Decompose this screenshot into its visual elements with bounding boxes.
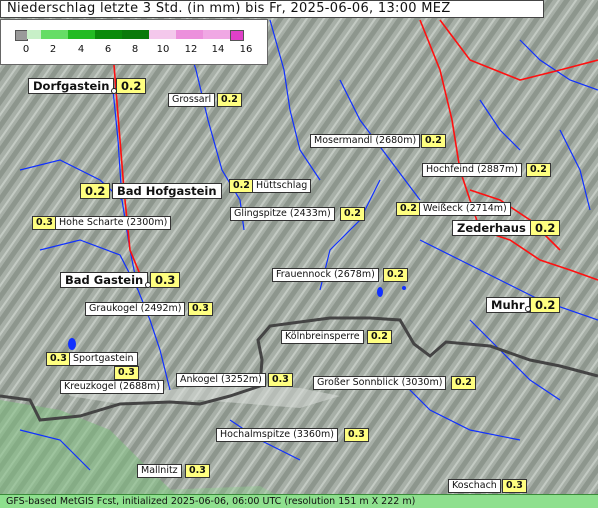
place-label-hohe-scharte: Hohe Scharte (2300m) xyxy=(55,216,172,230)
place-label-sportgastein: Sportgastein xyxy=(69,352,138,366)
legend-swatch xyxy=(149,30,176,39)
legend-swatch xyxy=(122,30,149,39)
legend-tick: 8 xyxy=(131,44,139,55)
precip-value-koschach: 0.3 xyxy=(502,479,527,493)
place-label-mallnitz: Mallnitz xyxy=(137,464,182,478)
precip-value-bad-gastein: 0.3 xyxy=(150,272,181,288)
legend-tick: 16 xyxy=(239,44,253,55)
precip-value-bad-hofgastein: 0.2 xyxy=(80,183,111,199)
legend-swatch xyxy=(68,30,95,39)
place-label-muhr: Muhr xyxy=(486,297,530,313)
legend-tick: 6 xyxy=(104,44,112,55)
legend-swatch xyxy=(95,30,122,39)
place-label-ankogel: Ankogel (3252m) xyxy=(176,373,266,387)
place-label-zederhaus: Zederhaus xyxy=(452,220,531,236)
legend-tick: 12 xyxy=(184,44,198,55)
precip-value-glingspitze: 0.2 xyxy=(340,207,365,221)
place-label-grosser-sonnblick: Großer Sonnblick (3030m) xyxy=(313,376,447,390)
precipitation-legend: 0 2 4 6 8 10 12 14 16 xyxy=(0,19,268,65)
place-label-graukogel: Graukogel (2492m) xyxy=(85,302,186,316)
place-label-kreuzkogel: Kreuzkogel (2688m) xyxy=(60,380,165,394)
precip-value-hochfeind: 0.2 xyxy=(526,163,551,177)
legend-swatch xyxy=(203,30,230,39)
legend-swatch-max xyxy=(230,30,244,41)
legend-swatch xyxy=(41,30,68,39)
precip-value-hohe-scharte: 0.3 xyxy=(32,216,57,230)
precip-value-graukogel: 0.3 xyxy=(188,302,213,316)
legend-tick: 4 xyxy=(77,44,85,55)
place-label-bad-gastein: Bad Gastein xyxy=(60,272,149,288)
precipitation-map: Niederschlag letzte 3 Std. (in mm) bis F… xyxy=(0,0,598,508)
precip-value-sportgastein: 0.3 xyxy=(46,352,71,366)
place-label-hochfeind: Hochfeind (2887m) xyxy=(422,163,522,177)
precip-value-hochalmspitze: 0.3 xyxy=(344,428,369,442)
precip-value-ankogel: 0.3 xyxy=(268,373,293,387)
precip-value-grossarl: 0.2 xyxy=(217,93,242,107)
precip-value-mosermandl: 0.2 xyxy=(421,134,446,148)
legend-tick: 14 xyxy=(211,44,225,55)
place-marker xyxy=(525,306,531,312)
place-label-bad-hofgastein: Bad Hofgastein xyxy=(112,183,222,199)
place-label-glingspitze: Glingspitze (2433m) xyxy=(230,207,335,221)
place-label-koelnbreinsperre: Kölnbreinsperre xyxy=(281,330,364,344)
legend-swatch xyxy=(176,30,203,39)
precip-value-kreuzkogel: 0.3 xyxy=(114,366,139,380)
legend-tick: 0 xyxy=(22,44,30,55)
place-label-grossarl: Grossarl xyxy=(168,93,216,107)
precip-value-mallnitz: 0.3 xyxy=(185,464,210,478)
place-marker xyxy=(111,88,117,94)
precip-value-dorfgastein: 0.2 xyxy=(116,78,147,94)
precip-value-grosser-sonnblick: 0.2 xyxy=(451,376,476,390)
precip-value-muhr: 0.2 xyxy=(530,297,561,313)
precip-value-frauennock: 0.2 xyxy=(383,268,408,282)
precip-value-koelnbreinsperre: 0.2 xyxy=(367,330,392,344)
place-label-dorfgastein: Dorfgastein xyxy=(28,78,115,94)
map-title: Niederschlag letzte 3 Std. (in mm) bis F… xyxy=(0,0,544,18)
place-label-mosermandl: Mosermandl (2680m) xyxy=(310,134,421,148)
precip-value-huettschlag: 0.2 xyxy=(229,179,254,193)
precip-value-zederhaus: 0.2 xyxy=(530,220,561,236)
precip-value-weisseck: 0.2 xyxy=(396,202,421,216)
forecast-footer: GFS-based MetGIS Fcst, initialized 2025-… xyxy=(0,494,598,508)
place-label-frauennock: Frauennock (2678m) xyxy=(272,268,379,282)
legend-tick: 10 xyxy=(156,44,170,55)
place-label-weisseck: Weißeck (2714m) xyxy=(419,202,511,216)
place-label-koschach: Koschach xyxy=(448,479,501,493)
place-label-hochalmspitze: Hochalmspitze (3360m) xyxy=(216,428,338,442)
place-label-huettschlag: Hüttschlag xyxy=(252,179,312,193)
place-marker xyxy=(145,282,151,288)
legend-tick: 2 xyxy=(49,44,57,55)
legend-swatch xyxy=(27,30,41,39)
